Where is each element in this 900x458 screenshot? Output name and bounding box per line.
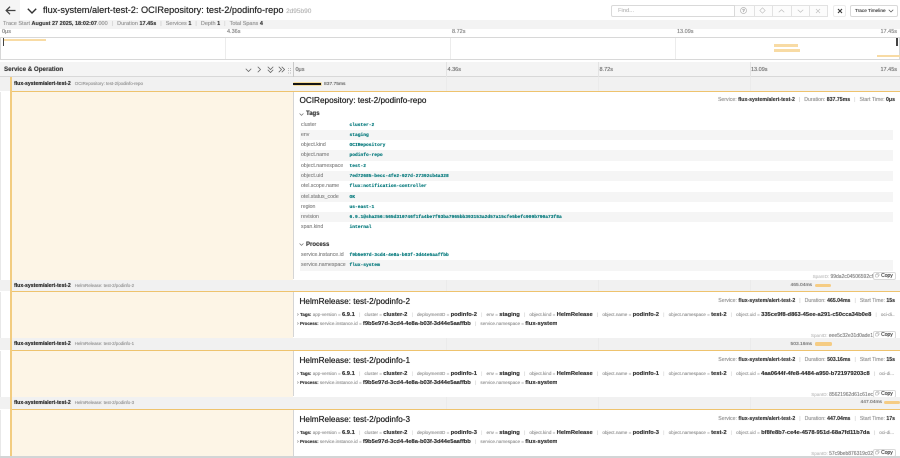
svg-text:?: ? [742, 8, 745, 13]
